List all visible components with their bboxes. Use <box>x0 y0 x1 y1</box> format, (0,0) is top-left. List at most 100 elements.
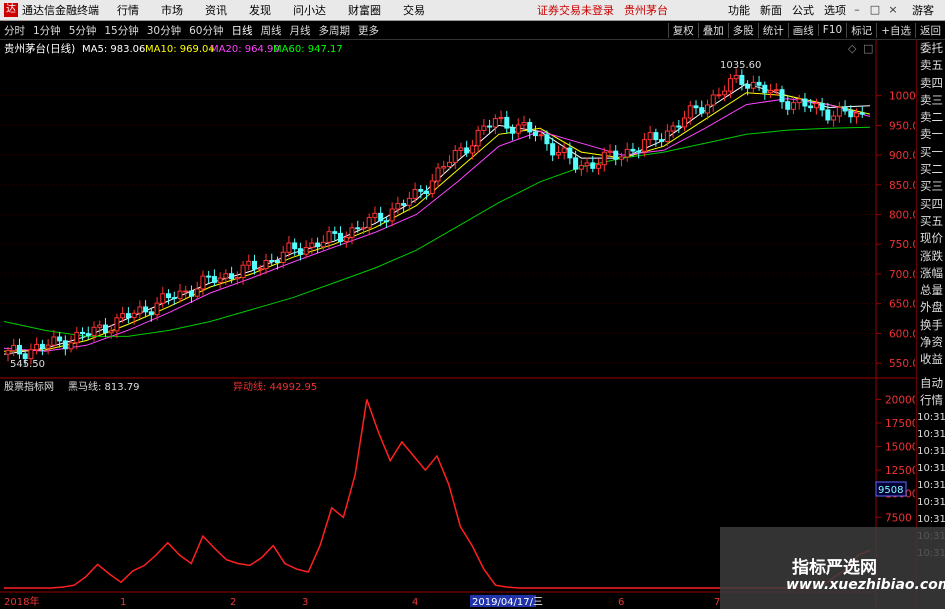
menu-item-discover[interactable]: 发现 <box>249 2 271 18</box>
ma10-label: MA10: 969.04 <box>145 44 215 55</box>
tab-period-weekly[interactable]: 周线 <box>257 23 286 38</box>
btn-statistics[interactable]: 统计 <box>757 22 788 38</box>
main-chart-title: 贵州茅台(日线) <box>4 42 75 55</box>
sub-tick-label: 15000 <box>885 442 915 454</box>
candle-body <box>441 165 447 169</box>
btn-f10[interactable]: F10 <box>817 24 846 36</box>
price-tick-label: 950.0 <box>889 120 915 132</box>
btn-overlay[interactable]: 叠加 <box>697 22 728 38</box>
side-panel-item[interactable]: 现价 <box>917 230 945 247</box>
side-panel-item[interactable]: 收益 <box>917 351 945 368</box>
candle-body <box>779 89 785 103</box>
menu-options[interactable]: 选项 <box>824 2 846 18</box>
btn-add-favorite[interactable]: +自选 <box>876 22 915 38</box>
watermark-url: www.xuezhibiao.com <box>786 577 945 593</box>
side-panel-item[interactable]: 买四 <box>917 196 945 213</box>
tick-time: 10:31 <box>917 428 945 440</box>
x-tick-label: 3 <box>302 597 308 608</box>
candle-body <box>114 317 120 332</box>
sub-tick-label: 20000 <box>885 394 915 406</box>
guest-label[interactable]: 游客 <box>912 2 934 18</box>
chart-close-icon[interactable]: □ <box>863 42 873 55</box>
candle-body <box>641 139 647 152</box>
ma-line-ma60 <box>3 126 871 337</box>
btn-restore-rights[interactable]: 复权 <box>667 22 698 38</box>
side-panel-item[interactable]: 买三 <box>917 178 945 195</box>
menu-function[interactable]: 功能 <box>728 2 750 18</box>
tab-period-daily[interactable]: 日线 <box>228 23 257 38</box>
candle-body <box>607 150 613 153</box>
btn-back[interactable]: 返回 <box>915 22 945 38</box>
tab-period-15min[interactable]: 15分钟 <box>100 23 142 38</box>
login-status[interactable]: 证券交易未登录 <box>537 2 614 18</box>
tab-period-more[interactable]: 更多 <box>354 23 383 38</box>
candle-body <box>848 110 854 118</box>
candle-body <box>561 147 567 153</box>
side-panel-tab[interactable]: 行情 <box>917 392 945 409</box>
side-panel-item[interactable]: 卖一 <box>917 126 945 143</box>
maximize-icon[interactable]: □ <box>868 3 882 17</box>
tab-period-1min[interactable]: 1分钟 <box>29 23 65 38</box>
candle-body <box>383 220 389 223</box>
btn-draw-line[interactable]: 画线 <box>787 22 818 38</box>
chart-settings-icon[interactable]: ◇ <box>848 42 857 55</box>
candle-body <box>85 333 91 336</box>
side-panel-item[interactable]: 买五 <box>917 213 945 230</box>
candle-body <box>292 242 298 250</box>
side-panel-item[interactable]: 外盘 <box>917 299 945 316</box>
side-panel-item[interactable]: 卖四 <box>917 75 945 92</box>
candle-body <box>659 139 665 142</box>
side-panel-item[interactable]: 总量 <box>917 282 945 299</box>
tab-period-intraday[interactable]: 分时 <box>0 23 29 38</box>
menu-item-news[interactable]: 资讯 <box>205 2 227 18</box>
sub-chart-peak-label: 异动线: 44992.95 <box>233 380 317 393</box>
candle-body <box>332 231 338 234</box>
side-panel-item[interactable]: 涨幅 <box>917 265 945 282</box>
side-panel-item[interactable]: 卖三 <box>917 92 945 109</box>
period-toolbar: 分时 1分钟 5分钟 15分钟 30分钟 60分钟 日线 周线 月线 多周期 更… <box>0 21 945 40</box>
side-panel-item[interactable]: 卖五 <box>917 57 945 74</box>
candle-body <box>269 260 275 263</box>
side-panel-item[interactable]: 买一 <box>917 144 945 161</box>
tab-period-60min[interactable]: 60分钟 <box>185 23 227 38</box>
menu-item-market[interactable]: 市场 <box>161 2 183 18</box>
menu-item-quotes[interactable]: 行情 <box>117 2 139 18</box>
candle-body <box>515 124 521 134</box>
tab-period-30min[interactable]: 30分钟 <box>143 23 185 38</box>
close-icon[interactable]: × <box>886 3 900 17</box>
candle-body <box>446 161 452 167</box>
side-panel-item[interactable]: 买二 <box>917 161 945 178</box>
candle-body <box>234 277 240 280</box>
tick-time: 10:31 <box>917 411 945 423</box>
candle-body <box>28 349 34 360</box>
side-panel-item[interactable]: 净资 <box>917 334 945 351</box>
price-tick-label: 650.0 <box>889 299 915 311</box>
side-panel-item[interactable]: 委托 <box>917 40 945 57</box>
candle-body <box>521 122 527 126</box>
candle-body <box>22 353 28 360</box>
menu-item-ask[interactable]: 问小达 <box>293 2 326 18</box>
btn-mark[interactable]: 标记 <box>846 22 876 38</box>
side-panel-item[interactable]: 涨跌 <box>917 248 945 265</box>
ma60-label: MA60: 947.17 <box>273 44 343 55</box>
candle-body <box>492 118 498 128</box>
candle-body <box>229 273 235 280</box>
candle-body <box>768 89 774 94</box>
menu-new-layout[interactable]: 新面 <box>760 2 782 18</box>
side-panel-item[interactable]: 换手 <box>917 317 945 334</box>
btn-multi-stock[interactable]: 多股 <box>727 22 758 38</box>
menu-formula[interactable]: 公式 <box>792 2 814 18</box>
chart-area[interactable]: 贵州茅台(日线) MA5: 983.06 MA10: 969.04 MA20: … <box>0 40 915 609</box>
side-panel-item[interactable]: 卖二 <box>917 109 945 126</box>
menu-item-wealth[interactable]: 财富圈 <box>348 2 381 18</box>
candle-body <box>584 162 590 167</box>
tab-period-monthly[interactable]: 月线 <box>286 23 315 38</box>
tab-period-multi[interactable]: 多周期 <box>315 23 355 38</box>
candle-body <box>613 150 619 160</box>
menu-item-trade[interactable]: 交易 <box>403 2 425 18</box>
tab-period-5min[interactable]: 5分钟 <box>65 23 101 38</box>
x-axis-labels: 2018年 1 2 3 4 2019/04/17/三 6 7 <box>4 595 720 608</box>
minimize-icon[interactable]: – <box>850 3 864 17</box>
side-panel-tab[interactable]: 自动 <box>917 375 945 392</box>
candle-body <box>366 217 372 229</box>
